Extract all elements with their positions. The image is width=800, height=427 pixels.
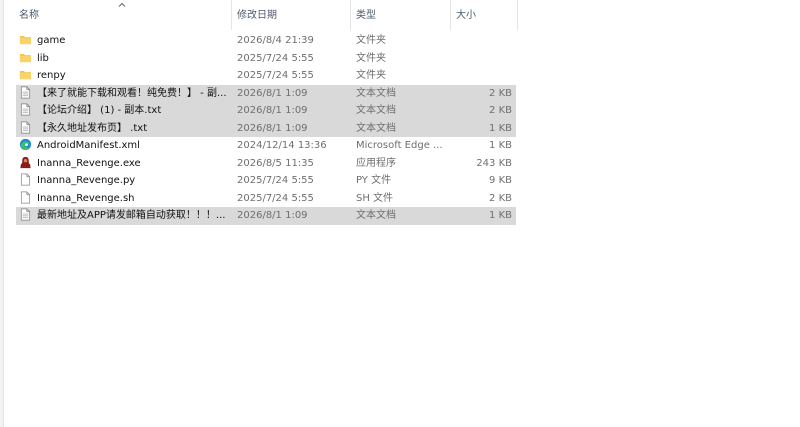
text-document-icon [19,208,32,221]
file-size: 2 KB [489,192,512,204]
file-name-cell[interactable]: 【论坛介绍】 (1) - 副本.txt [16,102,230,119]
file-size: 2 KB [489,105,512,116]
app-exe-icon [19,156,32,169]
file-modified: 2026/8/5 11:35 [237,157,314,169]
file-modified: 2025/7/24 5:55 [237,192,314,204]
file-row[interactable]: 【永久地址发布页】 .txt 2026/8/1 1:09 文本文档 1 KB [16,119,516,137]
file-modified: 2025/7/24 5:55 [237,175,314,186]
column-header-bar: 名称 修改日期 类型 大小 [0,0,520,30]
file-size: 1 KB [489,122,512,134]
edge-icon [19,138,32,151]
folder-icon [19,51,32,64]
file-name: Inanna_Revenge.sh [37,192,135,204]
file-name: 【永久地址发布页】 .txt [37,122,148,134]
blank-file-icon [19,173,32,186]
file-row[interactable]: Inanna_Revenge.sh 2025/7/24 5:55 SH 文件 2 KB [16,190,516,208]
file-type: Microsoft Edge ... [356,140,443,151]
file-name-cell[interactable]: 【永久地址发布页】 .txt [16,120,230,137]
file-name-cell[interactable]: Inanna_Revenge.py [16,172,230,189]
file-name: game [37,35,66,46]
text-document-icon [19,121,32,134]
file-type: 文件夹 [356,52,386,64]
file-modified: 2026/8/1 1:09 [237,105,308,116]
file-type: 文件夹 [356,35,386,46]
file-type: SH 文件 [356,192,394,204]
file-modified: 2026/8/1 1:09 [237,87,308,99]
file-size: 1 KB [489,210,512,221]
file-modified: 2026/8/1 1:09 [237,210,308,221]
left-pane-edge [0,0,4,427]
file-modified: 2026/8/4 21:39 [237,35,314,46]
file-name-cell[interactable]: 【来了就能下载和观看！纯免费！】 - 副... [16,85,230,102]
file-row[interactable]: 最新地址及APP请发邮箱自动获取！！！... 2026/8/1 1:09 文本文档 1… [16,207,516,225]
file-row[interactable]: game 2026/8/4 21:39 文件夹 [16,32,516,50]
folder-icon [19,68,32,81]
file-row[interactable]: 【来了就能下载和观看！纯免费！】 - 副... 2026/8/1 1:09 文本文档… [16,84,516,102]
file-row[interactable]: Inanna_Revenge.exe 2026/8/5 11:35 应用程序 243 … [16,155,516,173]
folder-icon [19,33,32,46]
file-modified: 2025/7/24 5:55 [237,70,314,81]
file-type: 应用程序 [356,157,396,169]
file-type: 文本文档 [356,105,396,116]
column-header-type[interactable]: 类型 [350,0,450,30]
file-name-cell[interactable]: AndroidManifest.xml [16,137,230,154]
file-name-cell[interactable]: Inanna_Revenge.exe [16,155,230,172]
column-header-modified[interactable]: 修改日期 [231,0,350,30]
file-type: 文本文档 [356,122,396,134]
file-modified: 2026/8/1 1:09 [237,122,308,134]
file-size: 243 KB [476,157,512,169]
file-name: 【论坛介绍】 (1) - 副本.txt [37,105,162,116]
file-type: 文件夹 [356,70,386,81]
file-name-cell[interactable]: Inanna_Revenge.sh [16,190,230,207]
column-header-name[interactable]: 名称 [19,0,231,30]
file-row[interactable]: renpy 2025/7/24 5:55 文件夹 [16,67,516,85]
file-row[interactable]: AndroidManifest.xml 2024/12/14 13:36 Micro… [16,137,516,155]
file-type: PY 文件 [356,175,392,186]
file-name: 最新地址及APP请发邮箱自动获取！！！... [37,210,226,221]
file-size: 9 KB [489,175,512,186]
file-type: 文本文档 [356,87,396,99]
file-name-cell[interactable]: lib [16,50,230,67]
column-header-size[interactable]: 大小 [450,0,518,30]
file-name-cell[interactable]: 最新地址及APP请发邮箱自动获取！！！... [16,207,230,224]
blank-file-icon [19,191,32,204]
file-name: Inanna_Revenge.py [37,175,136,186]
file-name-cell[interactable]: game [16,32,230,49]
file-row[interactable]: lib 2025/7/24 5:55 文件夹 [16,50,516,68]
file-modified: 2025/7/24 5:55 [237,52,314,64]
text-document-icon [19,103,32,116]
file-name: Inanna_Revenge.exe [37,157,141,169]
file-modified: 2024/12/14 13:36 [237,140,327,151]
file-type: 文本文档 [356,210,396,221]
file-size: 2 KB [489,87,512,99]
file-name: renpy [37,70,66,81]
file-size: 1 KB [489,140,512,151]
file-name-cell[interactable]: renpy [16,67,230,84]
file-row[interactable]: 【论坛介绍】 (1) - 副本.txt 2026/8/1 1:09 文本文档 2 KB [16,102,516,120]
file-list: game 2026/8/4 21:39 文件夹 lib 2025/7/24 5:55 文… [16,32,516,225]
text-document-icon [19,86,32,99]
file-name: AndroidManifest.xml [37,140,140,151]
file-explorer-window: 名称 修改日期 类型 大小 game 2026/8/4 21:39 文件夹 lib 2… [0,0,800,427]
file-name: lib [37,52,49,64]
file-row[interactable]: Inanna_Revenge.py 2025/7/24 5:55 PY 文件 9 KB [16,172,516,190]
file-name: 【来了就能下载和观看！纯免费！】 - 副... [37,87,227,99]
